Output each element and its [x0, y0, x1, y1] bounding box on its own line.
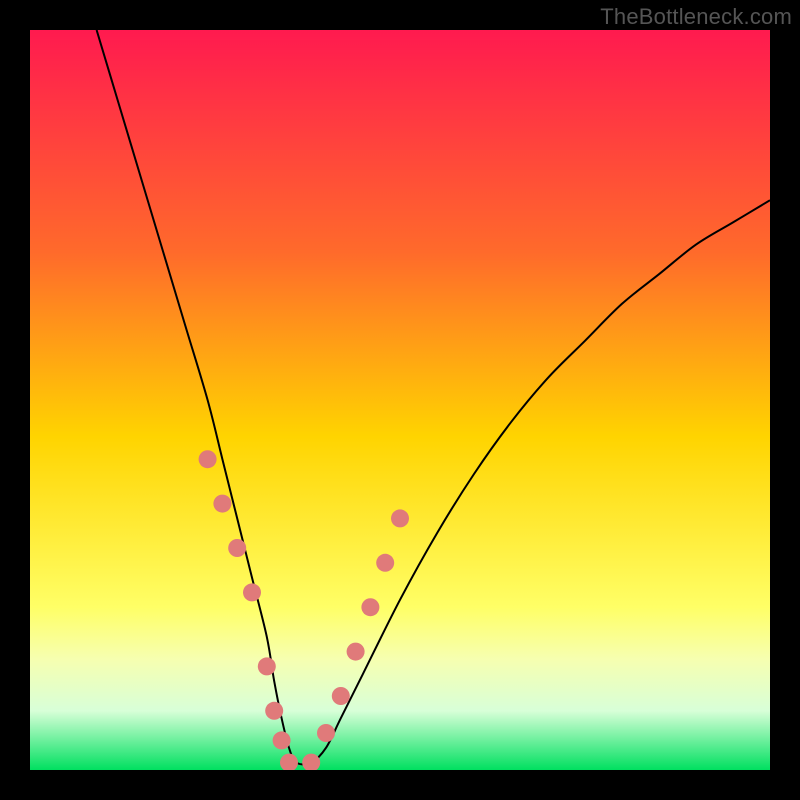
highlight-dot [228, 539, 246, 557]
chart-frame: TheBottleneck.com [0, 0, 800, 800]
highlight-dot [199, 450, 217, 468]
highlight-dot [347, 643, 365, 661]
highlight-dot [376, 554, 394, 572]
highlight-dot [258, 657, 276, 675]
highlight-dot [265, 702, 283, 720]
highlight-dot [361, 598, 379, 616]
highlight-dot [243, 583, 261, 601]
highlight-dot [332, 687, 350, 705]
highlight-dot [273, 731, 291, 749]
attribution-label: TheBottleneck.com [600, 4, 792, 30]
highlight-dot [317, 724, 335, 742]
gradient-background [30, 30, 770, 770]
bottleneck-chart [30, 30, 770, 770]
highlight-dot [391, 509, 409, 527]
highlight-dot [213, 495, 231, 513]
